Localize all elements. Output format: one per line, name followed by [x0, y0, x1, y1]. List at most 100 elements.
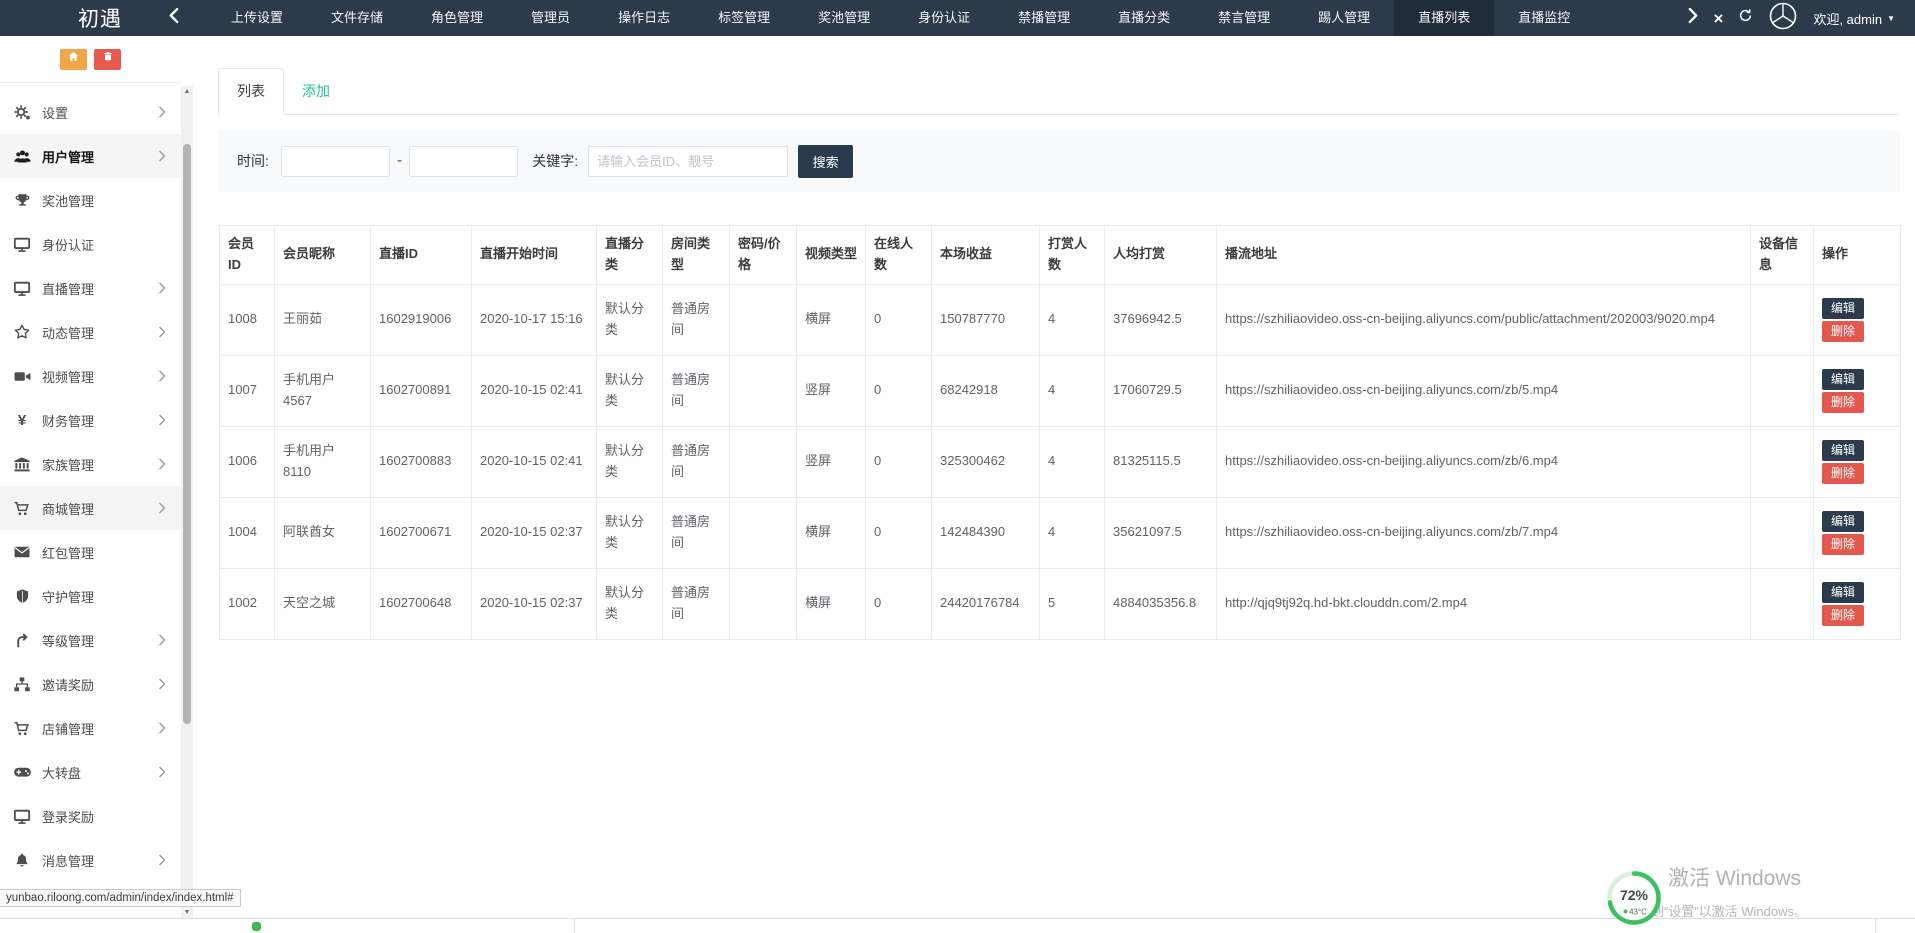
home-button[interactable]	[60, 49, 87, 70]
sidebar-item-1[interactable]: 设置	[0, 90, 181, 134]
chevron-right-icon	[158, 502, 166, 514]
strip-divider	[1875, 919, 1876, 933]
strip-divider	[574, 919, 575, 933]
edit-button[interactable]: 编辑	[1822, 511, 1864, 532]
column-header-15: 操作	[1814, 226, 1901, 285]
nav-item-14[interactable]: 直播监控	[1494, 0, 1594, 36]
table-cell: 0	[866, 355, 932, 426]
nav-scroll-right-button[interactable]	[1688, 7, 1699, 29]
sidebar-item-12[interactable]: 守护管理	[0, 574, 181, 618]
sidebar-menu: 设置用户管理奖池管理身份认证直播管理动态管理视频管理 ¥财务管理家族管理商城管理红…	[0, 83, 181, 882]
sidebar-item-11[interactable]: 红包管理	[0, 530, 181, 574]
nav-item-5[interactable]: 操作日志	[594, 0, 694, 36]
sidebar-item-label: 店铺管理	[42, 719, 94, 738]
refresh-icon[interactable]	[1738, 8, 1753, 28]
table-cell: 1602700671	[371, 497, 472, 568]
edit-button[interactable]: 编辑	[1822, 369, 1864, 390]
table-cell: 24420176784	[932, 568, 1040, 639]
sidebar-item-label: 动态管理	[42, 323, 94, 342]
sidebar-item-15[interactable]: 店铺管理	[0, 706, 181, 750]
scrollbar-thumb[interactable]	[183, 144, 191, 724]
edit-button[interactable]: 编辑	[1822, 298, 1864, 319]
scrollbar-up-icon[interactable]: ▲	[181, 88, 193, 95]
app-logo: 初遇	[78, 3, 122, 33]
sidebar-item-9[interactable]: 家族管理	[0, 442, 181, 486]
delete-button[interactable]: 删除	[1822, 605, 1864, 626]
nav-item-13[interactable]: 直播列表	[1394, 0, 1494, 36]
table-cell: 1602700648	[371, 568, 472, 639]
table-cell: https://szhiliaovideo.oss-cn-beijing.ali…	[1217, 497, 1751, 568]
tab-add[interactable]: 添加	[284, 69, 348, 114]
nav-item-11[interactable]: 禁言管理	[1194, 0, 1294, 36]
table-cell: 2020-10-15 02:41	[472, 355, 597, 426]
sidebar-item-6[interactable]: 动态管理	[0, 310, 181, 354]
table-cell: https://szhiliaovideo.oss-cn-beijing.ali…	[1217, 355, 1751, 426]
sidebar-item-3[interactable]: 奖池管理	[0, 178, 181, 222]
live-list-table: 会员ID会员昵称直播ID直播开始时间直播分类房间类型密码/价格视频类型在线人数本…	[219, 225, 1901, 640]
sidebar-item-13[interactable]: 等级管理	[0, 618, 181, 662]
sidebar-item-14[interactable]: 邀请奖励	[0, 662, 181, 706]
sidebar-item-4[interactable]: 身份认证	[0, 222, 181, 266]
delete-button[interactable]: 删除	[1822, 463, 1864, 484]
gauge-temp-text: 43°C	[1629, 908, 1647, 917]
sidebar-item-label: 视频管理	[42, 367, 94, 386]
table-cell: 4884035356.8	[1105, 568, 1217, 639]
table-cell: 4	[1040, 497, 1105, 568]
navbar-menu: 上传设置文件存储角色管理管理员操作日志标签管理奖池管理身份认证禁播管理直播分类禁…	[207, 0, 1594, 36]
delete-button[interactable]: 删除	[1822, 534, 1864, 555]
nav-item-3[interactable]: 角色管理	[407, 0, 507, 36]
sidebar-item-8[interactable]: ¥财务管理	[0, 398, 181, 442]
nav-scroll-left-button[interactable]	[168, 7, 179, 29]
sidebar-item-16[interactable]: 大转盘	[0, 750, 181, 794]
chevron-right-icon	[158, 326, 166, 338]
nav-item-8[interactable]: 身份认证	[894, 0, 994, 36]
sidebar-scrollbar[interactable]: ▲ ▼	[181, 86, 193, 918]
welcome-user-menu[interactable]: 欢迎, admin ▼	[1813, 9, 1895, 28]
column-header-10: 本场收益	[932, 226, 1040, 285]
sidebar-item-label: 直播管理	[42, 279, 94, 298]
delete-button[interactable]: 删除	[1822, 321, 1864, 342]
keyword-input[interactable]	[588, 146, 788, 177]
home-icon	[67, 50, 80, 68]
tab-list[interactable]: 列表	[218, 68, 284, 115]
live-list-table-wrap: 会员ID会员昵称直播ID直播开始时间直播分类房间类型密码/价格视频类型在线人数本…	[219, 225, 1900, 640]
sidebar-item-label: 红包管理	[42, 543, 94, 562]
sidebar-item-5[interactable]: 直播管理	[0, 266, 181, 310]
chevron-right-icon	[158, 282, 166, 294]
table-cell: 手机用户8110	[275, 426, 371, 497]
sidebar-item-10[interactable]: 商城管理	[0, 486, 181, 530]
sidebar-item-18[interactable]: 消息管理	[0, 838, 181, 882]
edit-button[interactable]: 编辑	[1822, 582, 1864, 603]
scrollbar-down-icon[interactable]: ▼	[181, 909, 193, 916]
delete-button[interactable]: 删除	[1822, 392, 1864, 413]
table-cell: 17060729.5	[1105, 355, 1217, 426]
time-start-input[interactable]	[281, 146, 390, 177]
nav-item-10[interactable]: 直播分类	[1094, 0, 1194, 36]
table-cell	[1751, 497, 1814, 568]
nav-item-1[interactable]: 上传设置	[207, 0, 307, 36]
table-cell: 横屏	[797, 284, 866, 355]
time-end-input[interactable]	[409, 146, 518, 177]
table-row: 1002天空之城16027006482020-10-15 02:37默认分类普通…	[220, 568, 1901, 639]
avatar-icon[interactable]	[1768, 1, 1798, 36]
close-tabs-icon[interactable]: ×	[1714, 10, 1724, 27]
sidebar-item-2[interactable]: 用户管理	[0, 134, 181, 178]
table-cell	[730, 426, 797, 497]
sidebar-item-17[interactable]: 登录奖励	[0, 794, 181, 838]
nav-item-9[interactable]: 禁播管理	[994, 0, 1094, 36]
table-cell-actions: 编辑删除	[1814, 568, 1901, 639]
sidebar-item-7[interactable]: 视频管理	[0, 354, 181, 398]
search-button[interactable]: 搜索	[798, 145, 853, 178]
monitor-icon	[12, 234, 32, 254]
nav-item-2[interactable]: 文件存储	[307, 0, 407, 36]
nav-item-12[interactable]: 踢人管理	[1294, 0, 1394, 36]
nav-item-7[interactable]: 奖池管理	[794, 0, 894, 36]
table-cell: 手机用户4567	[275, 355, 371, 426]
edit-button[interactable]: 编辑	[1822, 440, 1864, 461]
table-cell: 默认分类	[597, 497, 663, 568]
nav-item-6[interactable]: 标签管理	[694, 0, 794, 36]
chevron-right-icon	[158, 854, 166, 866]
trash-button[interactable]	[94, 49, 121, 70]
nav-item-4[interactable]: 管理员	[507, 0, 594, 36]
green-status-icon	[252, 922, 261, 931]
